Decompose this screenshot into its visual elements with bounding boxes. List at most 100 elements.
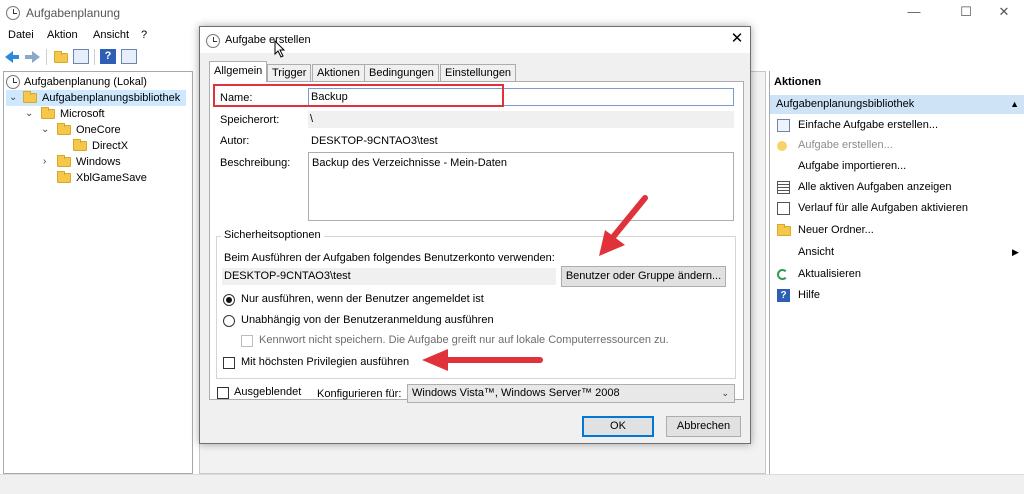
chevron-down-icon: ⌄ [721,388,729,398]
checkbox-highest-privileges-label: Mit höchsten Privilegien ausführen [241,356,410,368]
action-label: Ansicht [798,246,835,258]
back-button[interactable] [4,48,22,66]
refresh-icon [777,269,788,280]
folder-icon [41,107,55,119]
task-scheduler-icon [6,75,20,89]
mouse-cursor-icon [274,40,286,58]
toolbar-separator [94,49,95,65]
task-scheduler-icon [6,6,20,20]
configure-label: Konfigurieren für: [317,388,402,400]
security-options-title: Sicherheitsoptionen [221,229,324,241]
annotation-arrow-icon [422,349,543,371]
author-value: DESKTOP-9CNTAO3\test [311,135,438,147]
chevron-right-icon: › [43,156,47,167]
name-highlight-box [213,84,504,107]
collapse-up-icon: ▲ [1010,99,1019,109]
action-view[interactable]: Ansicht ▶ [770,243,1024,262]
tab-allgemein[interactable]: Allgemein [209,61,268,82]
folder-icon [73,139,87,151]
list-icon [777,181,790,194]
wand-icon [777,119,790,132]
tab-aktionen[interactable]: Aktionen [312,64,365,81]
location-value: \ [310,113,314,125]
action-label: Alle aktiven Aufgaben anzeigen [798,181,952,193]
checkbox-hidden[interactable] [217,387,229,399]
task-scheduler-icon [206,34,220,48]
action-label: Hilfe [798,289,821,301]
create-task-dialog: Aufgabe erstellen ✕ Allgemein Trigger Ak… [199,26,751,444]
radio-run-independent-label: Unabhängig von der Benutzeranmeldung aus… [241,314,494,326]
radio-run-logged-on-label: Nur ausführen, wenn der Benutzer angemel… [241,293,484,305]
action-help[interactable]: ? Hilfe [770,286,1024,305]
show-tree-button[interactable] [73,49,89,64]
menu-help[interactable]: ? [141,29,147,41]
folder-clock-icon [23,91,37,103]
author-label: Autor: [220,135,250,147]
checkbox-hidden-label: Ausgeblendet [234,386,302,398]
configure-select[interactable]: Windows Vista™, Windows Server™ 2008 ⌄ [407,384,735,403]
maximize-button[interactable]: ☐ [952,4,980,22]
actions-header: Aktionen [774,76,822,88]
folder-icon [777,224,791,236]
action-create-basic-task[interactable]: Einfache Aufgabe erstellen... [770,116,1024,135]
annotation-arrow-icon [599,195,648,256]
actions-pane: Aktionen Aufgabenplanungsbibliothek ▲ Ei… [769,71,1024,474]
minimize-button[interactable]: — [900,4,928,22]
radio-run-logged-on[interactable] [223,294,235,306]
ok-button[interactable]: OK [582,416,654,437]
navigation-tree: Aufgabenplanung (Lokal) ⌄ Aufgabenplanun… [3,71,193,474]
back-arrow-icon [5,51,19,63]
folder-up-icon [54,51,68,63]
menu-datei[interactable]: Datei [8,29,34,41]
change-user-button[interactable]: Benutzer oder Gruppe ändern... [561,266,726,287]
folder-icon [57,155,71,167]
tab-bedingungen[interactable]: Bedingungen [364,64,439,81]
up-folder-button[interactable] [52,48,70,66]
tree-library-label: Aufgabenplanungsbibliothek [42,92,181,104]
chevron-down-icon: ⌄ [41,124,50,135]
action-label: Verlauf für alle Aufgaben aktivieren [798,202,969,214]
tree-xblgamesave-label: XblGameSave [76,172,147,184]
tree-item-library[interactable]: ⌄ Aufgabenplanungsbibliothek [6,90,186,106]
description-textarea[interactable]: Backup des Verzeichnisse - Mein-Daten [308,152,734,221]
close-window-button[interactable]: ✕ [990,4,1018,22]
toolbar: ? [0,46,200,68]
tree-root-label: Aufgabenplanung (Lokal) [24,76,147,88]
submenu-arrow-icon: ▶ [1012,247,1019,257]
folder-icon [57,123,71,135]
action-label: Aufgabe erstellen... [798,139,893,151]
account-value: DESKTOP-9CNTAO3\test [224,270,351,282]
menu-ansicht[interactable]: Ansicht [93,29,129,41]
radio-run-independent[interactable] [223,315,235,327]
action-new-folder[interactable]: Neuer Ordner... [770,221,1024,240]
actions-section-header[interactable]: Aufgabenplanungsbibliothek ▲ [770,95,1024,114]
tab-trigger[interactable]: Trigger [267,64,312,81]
tree-directx-label: DirectX [92,140,129,152]
menu-aktion[interactable]: Aktion [47,29,78,41]
tree-windows-label: Windows [76,156,121,168]
tree-microsoft-label: Microsoft [60,108,105,120]
actions-section-label: Aufgabenplanungsbibliothek [776,98,915,110]
properties-button[interactable] [121,49,137,64]
cancel-button[interactable]: Abbrechen [666,416,741,437]
main-titlebar: Aufgabenplanung — ☐ ✕ [0,0,1024,26]
account-field: DESKTOP-9CNTAO3\test [222,268,556,285]
forward-button[interactable] [24,48,42,66]
window-title: Aufgabenplanung [26,6,121,20]
status-bar [0,474,1024,494]
checkbox-no-password[interactable] [241,335,253,347]
dialog-close-button[interactable]: ✕ [728,30,746,48]
action-create-task[interactable]: Aufgabe erstellen... [770,136,1024,155]
help-toolbar-button[interactable]: ? [100,49,116,64]
configure-value: Windows Vista™, Windows Server™ 2008 [412,387,620,399]
action-refresh[interactable]: Aktualisieren [770,265,1024,284]
location-field: \ [308,111,734,128]
action-label: Einfache Aufgabe erstellen... [798,119,939,131]
tab-einstellungen[interactable]: Einstellungen [440,64,517,81]
tree-onecore-label: OneCore [76,124,121,136]
action-import-task[interactable]: Aufgabe importieren... [770,157,1024,176]
action-enable-history[interactable]: Verlauf für alle Aufgaben aktivieren [770,199,1024,218]
action-show-running-tasks[interactable]: Alle aktiven Aufgaben anzeigen [770,178,1024,197]
checkbox-highest-privileges[interactable] [223,357,235,369]
action-label: Aktualisieren [798,268,861,280]
